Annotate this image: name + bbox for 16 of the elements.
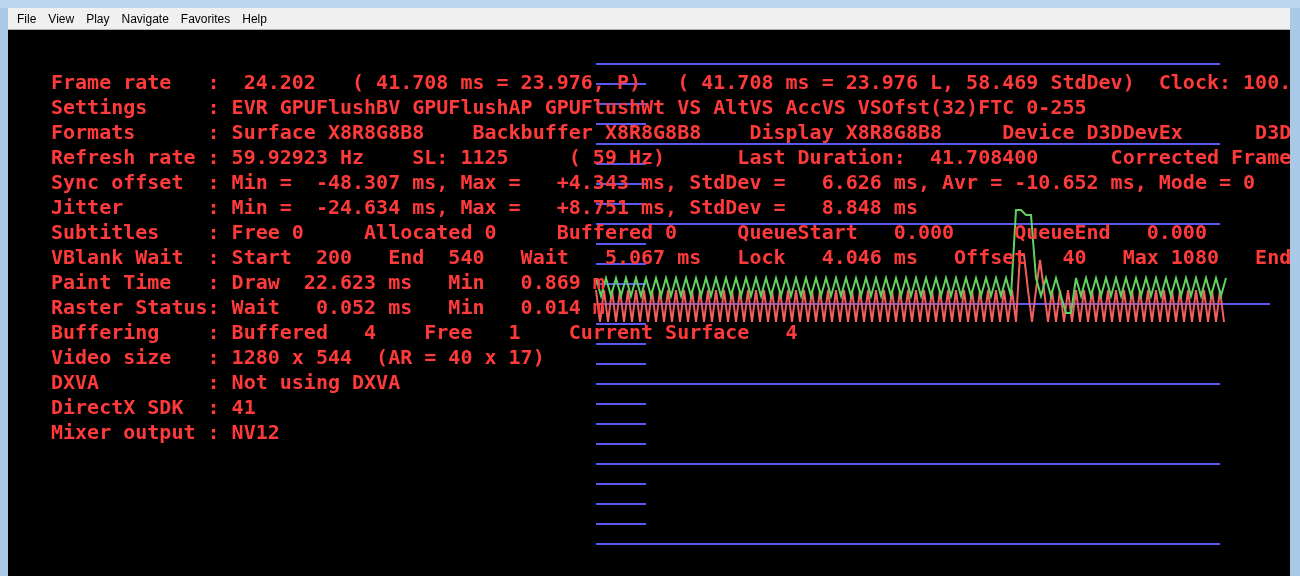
stats-line: Refresh rate : 59.92923 Hz SL: 1125 ( 59 Hz) Last Duration: 41.708400 Corrected Frame (51, 145, 1290, 170)
stats-line: Buffering : Buffered 4 Free 1 Current Surface 4 (51, 320, 798, 345)
menu-item[interactable]: File (12, 7, 42, 30)
stats-line: Mixer output : NV12 (51, 420, 280, 445)
stats-line: Sync offset : Min = -48.307 ms, Max = +4.343 ms, StdDev = 6.626 ms, Avr = -10.652 ms, Mode = 0 (51, 170, 1256, 195)
menu-item[interactable]: Help (237, 7, 272, 30)
stats-line: Formats : Surface X8R8G8B8 Backbuffer X8R8G8B8 Display X8R8G8B8 Device D3DDevEx D3D (51, 120, 1290, 145)
menu-item[interactable]: Favorites (175, 7, 236, 30)
stats-line: Jitter : Min = -24.634 ms, Max = +8.751 ms, StdDev = 8.848 ms (51, 195, 918, 220)
stats-line: DirectX SDK : 41 (51, 395, 256, 420)
stats-line: Settings : EVR GPUFlushBV GPUFlushAP GPUFlushWt VS AltVS AccVS VSOfst(32)FTC 0-255 (51, 95, 1087, 120)
stats-line: Video size : 1280 x 544 (AR = 40 x 17) (51, 345, 545, 370)
menu-item[interactable]: Navigate (116, 7, 174, 30)
menu-item[interactable]: Play (81, 7, 115, 30)
menu-item[interactable]: View (43, 7, 80, 30)
stats-line: DXVA : Not using DXVA (51, 370, 401, 395)
